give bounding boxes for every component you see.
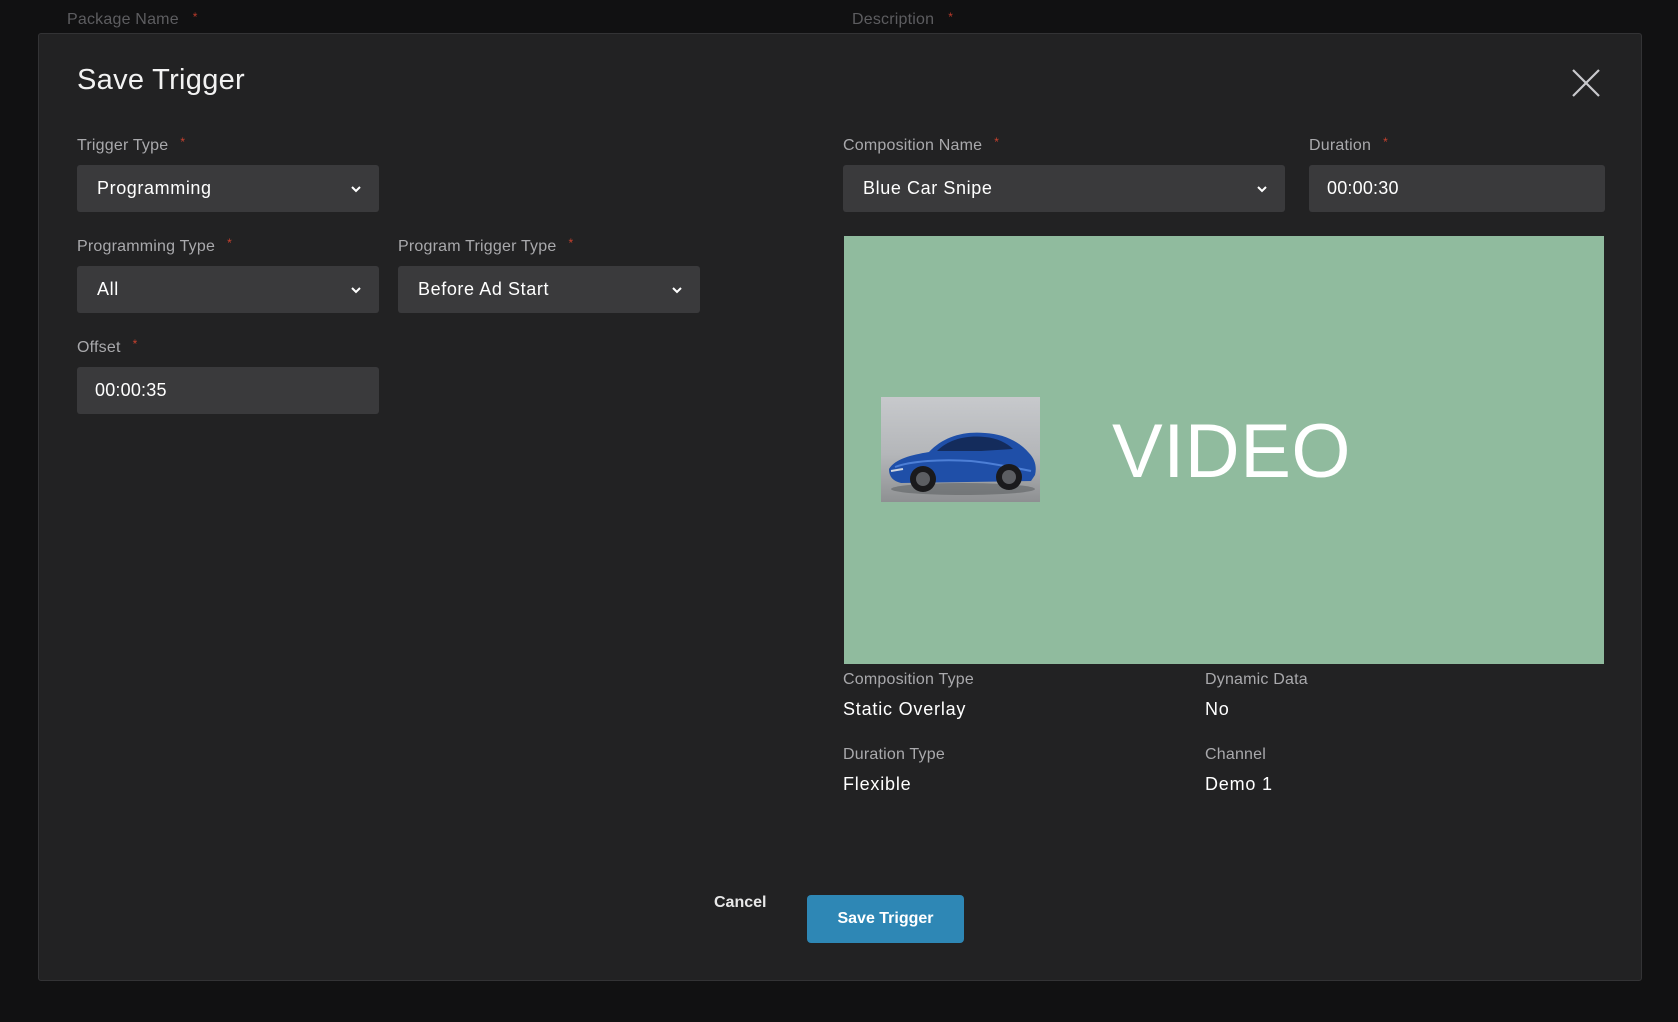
trigger-type-value: Programming [97, 178, 212, 198]
composition-name-label: Composition Name * [843, 135, 1000, 154]
composition-name-value: Blue Car Snipe [863, 178, 993, 198]
chevron-down-icon [672, 287, 682, 294]
composition-thumbnail [881, 397, 1040, 502]
program-trigger-type-label: Program Trigger Type * [398, 236, 574, 255]
bg-package-name-label: Package Name * [67, 10, 198, 28]
save-trigger-modal: Save Trigger Trigger Type * Programming P… [38, 33, 1642, 981]
duration-label: Duration * [1309, 135, 1388, 154]
programming-type-value: All [97, 279, 119, 299]
composition-type-label: Composition Type [843, 671, 974, 688]
channel-value: Demo 1 [1205, 774, 1273, 794]
cancel-button[interactable]: Cancel [714, 894, 766, 912]
composition-preview: VIDEO [844, 236, 1604, 664]
programming-type-select[interactable]: All [77, 266, 379, 313]
close-button[interactable] [1571, 68, 1601, 98]
preview-video-label: VIDEO [1112, 409, 1351, 494]
channel-label: Channel [1205, 746, 1267, 763]
modal-title: Save Trigger [77, 64, 246, 96]
duration-type-label: Duration Type [843, 746, 945, 763]
offset-value: 00:00:35 [95, 380, 167, 400]
bg-description-label: Description * [852, 10, 954, 28]
programming-type-label: Programming Type * [77, 236, 232, 255]
chevron-down-icon [1257, 186, 1267, 193]
chevron-down-icon [351, 287, 361, 294]
trigger-type-label: Trigger Type * [77, 135, 186, 154]
program-trigger-type-value: Before Ad Start [418, 279, 550, 299]
close-icon [1572, 69, 1600, 97]
chevron-down-icon [351, 186, 361, 193]
offset-label: Offset * [77, 337, 138, 356]
program-trigger-type-select[interactable]: Before Ad Start [398, 266, 700, 313]
duration-value: 00:00:30 [1327, 178, 1399, 198]
blue-sports-car-image [889, 432, 1036, 495]
duration-input[interactable]: 00:00:30 [1309, 165, 1605, 212]
composition-type-value: Static Overlay [843, 699, 967, 719]
trigger-type-select[interactable]: Programming [77, 165, 379, 212]
dynamic-data-value: No [1205, 699, 1230, 719]
save-trigger-button[interactable]: Save Trigger [807, 895, 964, 943]
composition-name-select[interactable]: Blue Car Snipe [843, 165, 1285, 212]
duration-type-value: Flexible [843, 774, 912, 794]
dynamic-data-label: Dynamic Data [1205, 671, 1308, 688]
offset-input[interactable]: 00:00:35 [77, 367, 379, 414]
